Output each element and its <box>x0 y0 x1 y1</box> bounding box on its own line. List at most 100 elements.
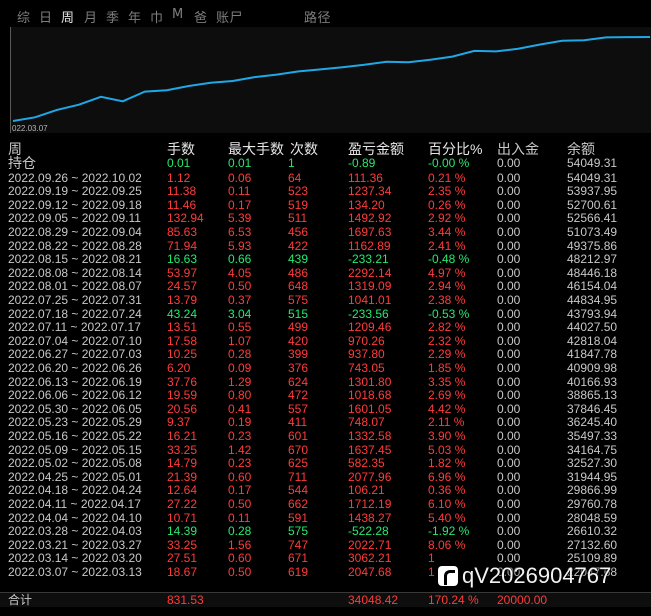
row-week: 2022.06.27 ~ 2022.07.03 <box>8 347 142 362</box>
row-flow: 0.00 <box>497 428 521 443</box>
table-row[interactable]: 2022.05.23 ~ 2022.05.29 9.37 0.19 411 748.07… <box>0 416 651 430</box>
table-row[interactable]: 2022.08.29 ~ 2022.09.04 85.63 6.53 456 1697.… <box>0 224 651 240</box>
row-max-hands: 0.06 <box>228 170 252 185</box>
table-row[interactable]: 2022.07.11 ~ 2022.07.17 13.51 0.55 499 1209.… <box>0 320 651 335</box>
row-count: 511 <box>288 211 308 226</box>
row-flow: 0.00 <box>497 510 521 525</box>
row-flow: 0.00 <box>497 279 521 294</box>
table-row[interactable]: 2022.07.25 ~ 2022.07.31 13.79 0.37 575 1041.… <box>0 292 651 308</box>
row-percent: 2.35 % <box>428 184 466 199</box>
tab-year[interactable]: 年 <box>128 7 142 26</box>
row-flow: 0.00 <box>497 211 521 226</box>
row-hands: 11.46 <box>167 197 197 212</box>
table-header: 周 手数 最大手数 次数 盈亏金额 百分比% 出入金 余额 <box>0 140 651 158</box>
row-percent: 5.40 % <box>428 510 466 525</box>
table-row[interactable]: 2022.03.21 ~ 2022.03.27 33.25 1.56 747 2022.… <box>0 538 651 553</box>
row-pnl: 1332.58 <box>348 428 392 443</box>
row-hands: 13.51 <box>167 320 198 335</box>
table-row[interactable]: 2022.06.06 ~ 2022.06.12 19.59 0.80 472 1018.… <box>0 388 651 403</box>
row-hands: 13.79 <box>167 292 198 307</box>
row-percent: -1.92 % <box>428 524 470 539</box>
row-count: 670 <box>288 442 309 457</box>
row-max-hands: 1.42 <box>228 442 252 457</box>
table-row[interactable]: 2022.07.04 ~ 2022.07.10 17.58 1.07 420 970.2… <box>0 333 651 349</box>
holding-label: 持仓 <box>8 155 36 171</box>
tab-path[interactable]: 路径 <box>304 7 331 26</box>
row-balance: 32527.30 <box>567 456 618 471</box>
table-row[interactable]: 2022.04.18 ~ 2022.04.24 12.64 0.17 544 106.2… <box>0 484 651 498</box>
table-row[interactable]: 2022.08.22 ~ 2022.08.28 71.94 5.93 422 1162.… <box>0 239 651 254</box>
tab-quarter[interactable]: 季 <box>106 7 120 26</box>
table-row[interactable]: 2022.03.28 ~ 2022.04.03 14.39 0.28 575 -522.… <box>0 524 651 539</box>
row-week: 2022.09.12 ~ 2022.09.18 <box>8 197 142 212</box>
row-flow: 0.00 <box>497 170 521 185</box>
tab-symbol[interactable]: 巾 <box>150 7 164 26</box>
row-balance: 26610.32 <box>567 524 618 539</box>
table-row[interactable]: 2022.04.11 ~ 2022.04.17 27.22 0.50 662 1712.… <box>0 496 651 512</box>
row-percent: 0.26 % <box>428 197 466 212</box>
row-week: 2022.03.07 ~ 2022.03.13 <box>8 564 142 579</box>
table-row[interactable]: 2022.08.08 ~ 2022.08.14 53.97 4.05 486 2292.… <box>0 265 651 281</box>
row-balance: 29866.99 <box>567 483 618 498</box>
row-hands: 12.64 <box>167 483 198 498</box>
row-pnl: 2292.14 <box>348 265 392 280</box>
row-hands: 16.63 <box>167 252 198 267</box>
row-week: 2022.09.19 ~ 2022.09.25 <box>8 184 142 199</box>
row-flow: 0.00 <box>497 292 521 307</box>
row-pnl: 3062.21 <box>348 551 392 566</box>
row-pnl: 1697.63 <box>348 224 392 239</box>
table-row[interactable]: 2022.09.19 ~ 2022.09.25 11.38 0.11 523 1237.… <box>0 184 651 199</box>
tab-account[interactable]: 账尸 <box>216 7 243 26</box>
row-percent: 2.32 % <box>428 333 466 348</box>
row-balance: 43793.94 <box>567 306 618 321</box>
tab-notes[interactable]: 爸 <box>194 7 208 26</box>
table-row[interactable]: 2022.04.04 ~ 2022.04.10 10.71 0.11 591 1438.… <box>0 510 651 526</box>
row-percent: 2.92 % <box>428 211 466 226</box>
table-row[interactable]: 2022.06.27 ~ 2022.07.03 10.25 0.28 399 937.8… <box>0 348 651 362</box>
tab-day[interactable]: 日 <box>39 7 53 26</box>
table-row[interactable]: 2022.09.05 ~ 2022.09.11 132.94 5.39 511 1492… <box>0 212 651 226</box>
table-row[interactable]: 2022.04.25 ~ 2022.05.01 21.39 0.60 711 2077.… <box>0 469 651 485</box>
row-percent: 6.10 % <box>428 496 466 511</box>
row-flow: 0.00 <box>497 469 521 484</box>
row-max-hands: 3.04 <box>228 306 252 321</box>
table-row[interactable]: 2022.05.02 ~ 2022.05.08 14.79 0.23 625 582.3… <box>0 456 651 471</box>
tab-overview[interactable]: 综 <box>17 7 31 26</box>
table-row[interactable]: 2022.05.30 ~ 2022.06.05 20.56 0.41 557 1601.… <box>0 401 651 417</box>
row-max-hands: 0.55 <box>228 320 252 335</box>
holding-pnl: -0.89 <box>348 156 376 170</box>
row-percent: 3.35 % <box>428 374 466 389</box>
row-hands: 10.71 <box>167 510 198 525</box>
table-row[interactable]: 2022.07.18 ~ 2022.07.24 43.24 3.04 515 -233.… <box>0 306 651 322</box>
row-max-hands: 0.28 <box>228 347 252 362</box>
table-row[interactable]: 2022.08.01 ~ 2022.08.07 24.57 0.50 648 1319.… <box>0 280 651 294</box>
row-week: 2022.04.25 ~ 2022.05.01 <box>8 469 142 484</box>
row-week: 2022.09.26 ~ 2022.10.02 <box>8 170 142 185</box>
row-max-hands: 0.41 <box>228 401 252 416</box>
row-week: 2022.05.02 ~ 2022.05.08 <box>8 456 142 471</box>
table-row[interactable]: 2022.06.20 ~ 2022.06.26 6.20 0.09 376 743.05… <box>0 361 651 376</box>
table-row[interactable]: 2022.08.15 ~ 2022.08.21 16.63 0.66 439 -233.… <box>0 252 651 267</box>
table-row[interactable]: 2022.05.16 ~ 2022.05.22 16.21 0.23 601 1332.… <box>0 428 651 444</box>
row-max-hands: 0.11 <box>228 510 251 525</box>
tab-month[interactable]: 月 <box>84 7 98 26</box>
row-count: 515 <box>288 306 309 321</box>
holding-max: 0.01 <box>228 156 252 170</box>
row-count: 619 <box>288 564 309 579</box>
table-row[interactable]: 2022.06.13 ~ 2022.06.19 37.76 1.29 624 1301.… <box>0 374 651 390</box>
row-pnl: 1209.46 <box>348 320 392 335</box>
holding-row[interactable]: 持仓 0.01 0.01 1 -0.89 -0.00 % 0.00 54049.… <box>0 155 651 171</box>
row-balance: 34164.75 <box>567 442 618 457</box>
tab-week[interactable]: 周 <box>61 7 75 26</box>
table-row[interactable]: 2022.05.09 ~ 2022.05.15 33.25 1.42 670 1637.… <box>0 442 651 458</box>
row-balance: 28048.59 <box>567 510 618 525</box>
row-percent: -0.53 % <box>428 306 470 321</box>
row-hands: 27.22 <box>167 496 198 511</box>
row-pnl: 748.07 <box>348 415 385 430</box>
row-week: 2022.04.18 ~ 2022.04.24 <box>8 483 142 498</box>
row-percent: 4.97 % <box>428 265 466 280</box>
row-flow: 0.00 <box>497 496 521 511</box>
table-row[interactable]: 2022.09.12 ~ 2022.09.18 11.46 0.17 519 134.2… <box>0 197 651 213</box>
table-row[interactable]: 2022.09.26 ~ 2022.10.02 1.12 0.06 64 111.36 0… <box>0 170 651 186</box>
tab-magic[interactable]: M <box>172 7 184 22</box>
